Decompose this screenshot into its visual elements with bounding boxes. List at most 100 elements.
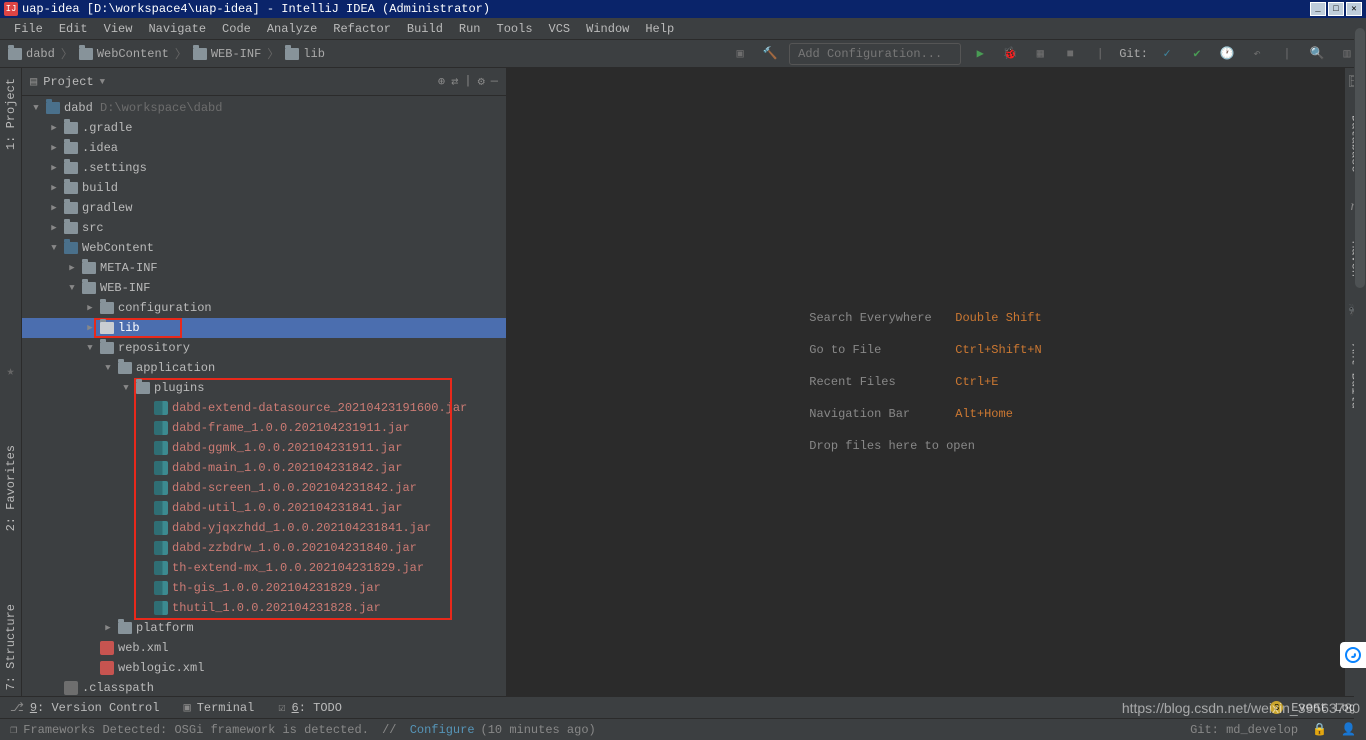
run-icon[interactable]: ▶ (969, 43, 991, 65)
folder-icon (100, 302, 114, 314)
target-icon[interactable]: ▣ (729, 43, 751, 65)
menu-analyze[interactable]: Analyze (259, 22, 325, 36)
tree-webxml[interactable]: web.xml (22, 638, 506, 658)
star-icon[interactable]: ★ (7, 364, 15, 379)
sidebar-scrollbar[interactable] (1354, 28, 1366, 740)
tree-label: .gradle (82, 121, 132, 135)
menu-edit[interactable]: Edit (51, 22, 96, 36)
tree-jar[interactable]: th-extend-mx_1.0.0.202104231829.jar (22, 558, 506, 578)
tree-jar[interactable]: dabd-util_1.0.0.202104231841.jar (22, 498, 506, 518)
tree-jar[interactable]: dabd-ggmk_1.0.0.202104231911.jar (22, 438, 506, 458)
scrollbar-thumb[interactable] (1355, 28, 1365, 288)
tab-terminal[interactable]: ▣Terminal (183, 700, 254, 715)
tree-src[interactable]: src (22, 218, 506, 238)
tree-jar[interactable]: dabd-screen_1.0.0.202104231842.jar (22, 478, 506, 498)
menu-vcs[interactable]: VCS (541, 22, 579, 36)
tab-version-control[interactable]: ⎇9: 9: Version ControlVersion Control (10, 700, 159, 715)
crumb-0[interactable]: dabd (26, 47, 55, 61)
tree-lib[interactable]: lib (22, 318, 506, 338)
tree-jar[interactable]: dabd-zzbdrw_1.0.0.202104231840.jar (22, 538, 506, 558)
folder-icon (64, 162, 78, 174)
hammer-icon[interactable]: 🔨 (759, 43, 781, 65)
stop-icon[interactable]: ■ (1059, 43, 1081, 65)
jar-icon (154, 541, 168, 555)
menu-view[interactable]: View (96, 22, 141, 36)
menu-run[interactable]: Run (451, 22, 489, 36)
crumb-3[interactable]: lib (303, 47, 325, 61)
menu-window[interactable]: Window (578, 22, 637, 36)
menu-code[interactable]: Code (214, 22, 259, 36)
coverage-icon[interactable]: ▦ (1029, 43, 1051, 65)
left-tab-favorites[interactable]: 2: Favorites (2, 439, 20, 537)
tree-classpath[interactable]: .classpath (22, 678, 506, 696)
close-button[interactable]: ✕ (1346, 2, 1362, 16)
folder-icon (100, 342, 114, 354)
left-tab-project[interactable]: 1: Project (2, 72, 20, 156)
statusbar: ❐ Frameworks Detected: OSGi framework is… (0, 718, 1366, 740)
lock-icon[interactable]: 🔒 (1312, 722, 1327, 737)
hint-navbar-label: Navigation Bar (809, 407, 939, 421)
project-tree[interactable]: dabd D:\workspace\dabd .gradle .idea .se… (22, 96, 506, 696)
tree-platform[interactable]: platform (22, 618, 506, 638)
tree-label: dabd-extend-datasource_20210423191600.ja… (172, 401, 467, 415)
jar-icon (154, 481, 168, 495)
add-configuration-select[interactable]: Add Configuration... (789, 43, 961, 65)
tree-webinf[interactable]: WEB-INF (22, 278, 506, 298)
git-update-icon[interactable]: ✓ (1156, 43, 1178, 65)
tree-settings[interactable]: .settings (22, 158, 506, 178)
tree-label: web.xml (118, 641, 168, 655)
left-tab-structure[interactable]: 7: Structure (2, 598, 20, 696)
tree-jar[interactable]: dabd-yjqxzhdd_1.0.0.202104231841.jar (22, 518, 506, 538)
tree-repository[interactable]: repository (22, 338, 506, 358)
search-icon[interactable]: 🔍 (1306, 43, 1328, 65)
expand-icon[interactable]: ⇄ (451, 74, 458, 89)
gear-icon[interactable]: ⚙ (478, 74, 485, 89)
menu-tools[interactable]: Tools (489, 22, 541, 36)
tree-gradle[interactable]: .gradle (22, 118, 506, 138)
tree-configuration[interactable]: configuration (22, 298, 506, 318)
chevron-down-icon[interactable]: ▼ (100, 77, 105, 87)
tree-jar[interactable]: th-gis_1.0.0.202104231829.jar (22, 578, 506, 598)
menu-navigate[interactable]: Navigate (140, 22, 214, 36)
tree-root[interactable]: dabd D:\workspace\dabd (22, 98, 506, 118)
tree-plugins[interactable]: plugins (22, 378, 506, 398)
tab-todo[interactable]: ☑6: TODO (278, 700, 342, 715)
menu-refactor[interactable]: Refactor (325, 22, 399, 36)
maximize-button[interactable]: □ (1328, 2, 1344, 16)
status-configure-link[interactable]: Configure (410, 723, 475, 737)
tree-jar[interactable]: dabd-main_1.0.0.202104231842.jar (22, 458, 506, 478)
tree-build[interactable]: build (22, 178, 506, 198)
tree-idea[interactable]: .idea (22, 138, 506, 158)
minimize-button[interactable]: _ (1310, 2, 1326, 16)
crumb-2[interactable]: WEB-INF (211, 47, 261, 61)
debug-icon[interactable]: 🐞 (999, 43, 1021, 65)
status-text: Frameworks Detected: OSGi framework is d… (23, 723, 369, 737)
status-git-branch[interactable]: Git: md_develop (1190, 723, 1298, 737)
tree-jar[interactable]: thutil_1.0.0.202104231828.jar (22, 598, 506, 618)
locate-icon[interactable]: ⊕ (438, 74, 445, 89)
status-windows-icon[interactable]: ❐ (10, 722, 17, 737)
sidebar-title[interactable]: Project (43, 75, 93, 89)
separator: | (464, 74, 471, 89)
breadcrumb[interactable]: dabd 〉 WebContent 〉 WEB-INF 〉 lib (8, 45, 325, 62)
tree-webcontent[interactable]: WebContent (22, 238, 506, 258)
project-view-icon[interactable]: ▤ (30, 74, 37, 89)
hide-icon[interactable]: — (491, 74, 498, 89)
tree-application[interactable]: application (22, 358, 506, 378)
tree-gradlew[interactable]: gradlew (22, 198, 506, 218)
git-commit-icon[interactable]: ✔ (1186, 43, 1208, 65)
menu-help[interactable]: Help (637, 22, 682, 36)
git-revert-icon[interactable]: ↶ (1246, 43, 1268, 65)
jar-icon (154, 561, 168, 575)
teamviewer-overlay[interactable] (1340, 642, 1366, 668)
git-history-icon[interactable]: 🕐 (1216, 43, 1238, 65)
tree-jar[interactable]: dabd-frame_1.0.0.202104231911.jar (22, 418, 506, 438)
menu-file[interactable]: File (6, 22, 51, 36)
crumb-1[interactable]: WebContent (97, 47, 169, 61)
menu-build[interactable]: Build (399, 22, 451, 36)
xml-icon (100, 661, 114, 675)
tree-weblogic[interactable]: weblogic.xml (22, 658, 506, 678)
tree-jar[interactable]: dabd-extend-datasource_20210423191600.ja… (22, 398, 506, 418)
tab-event-log[interactable]: Event Log (1291, 701, 1356, 715)
tree-metainf[interactable]: META-INF (22, 258, 506, 278)
